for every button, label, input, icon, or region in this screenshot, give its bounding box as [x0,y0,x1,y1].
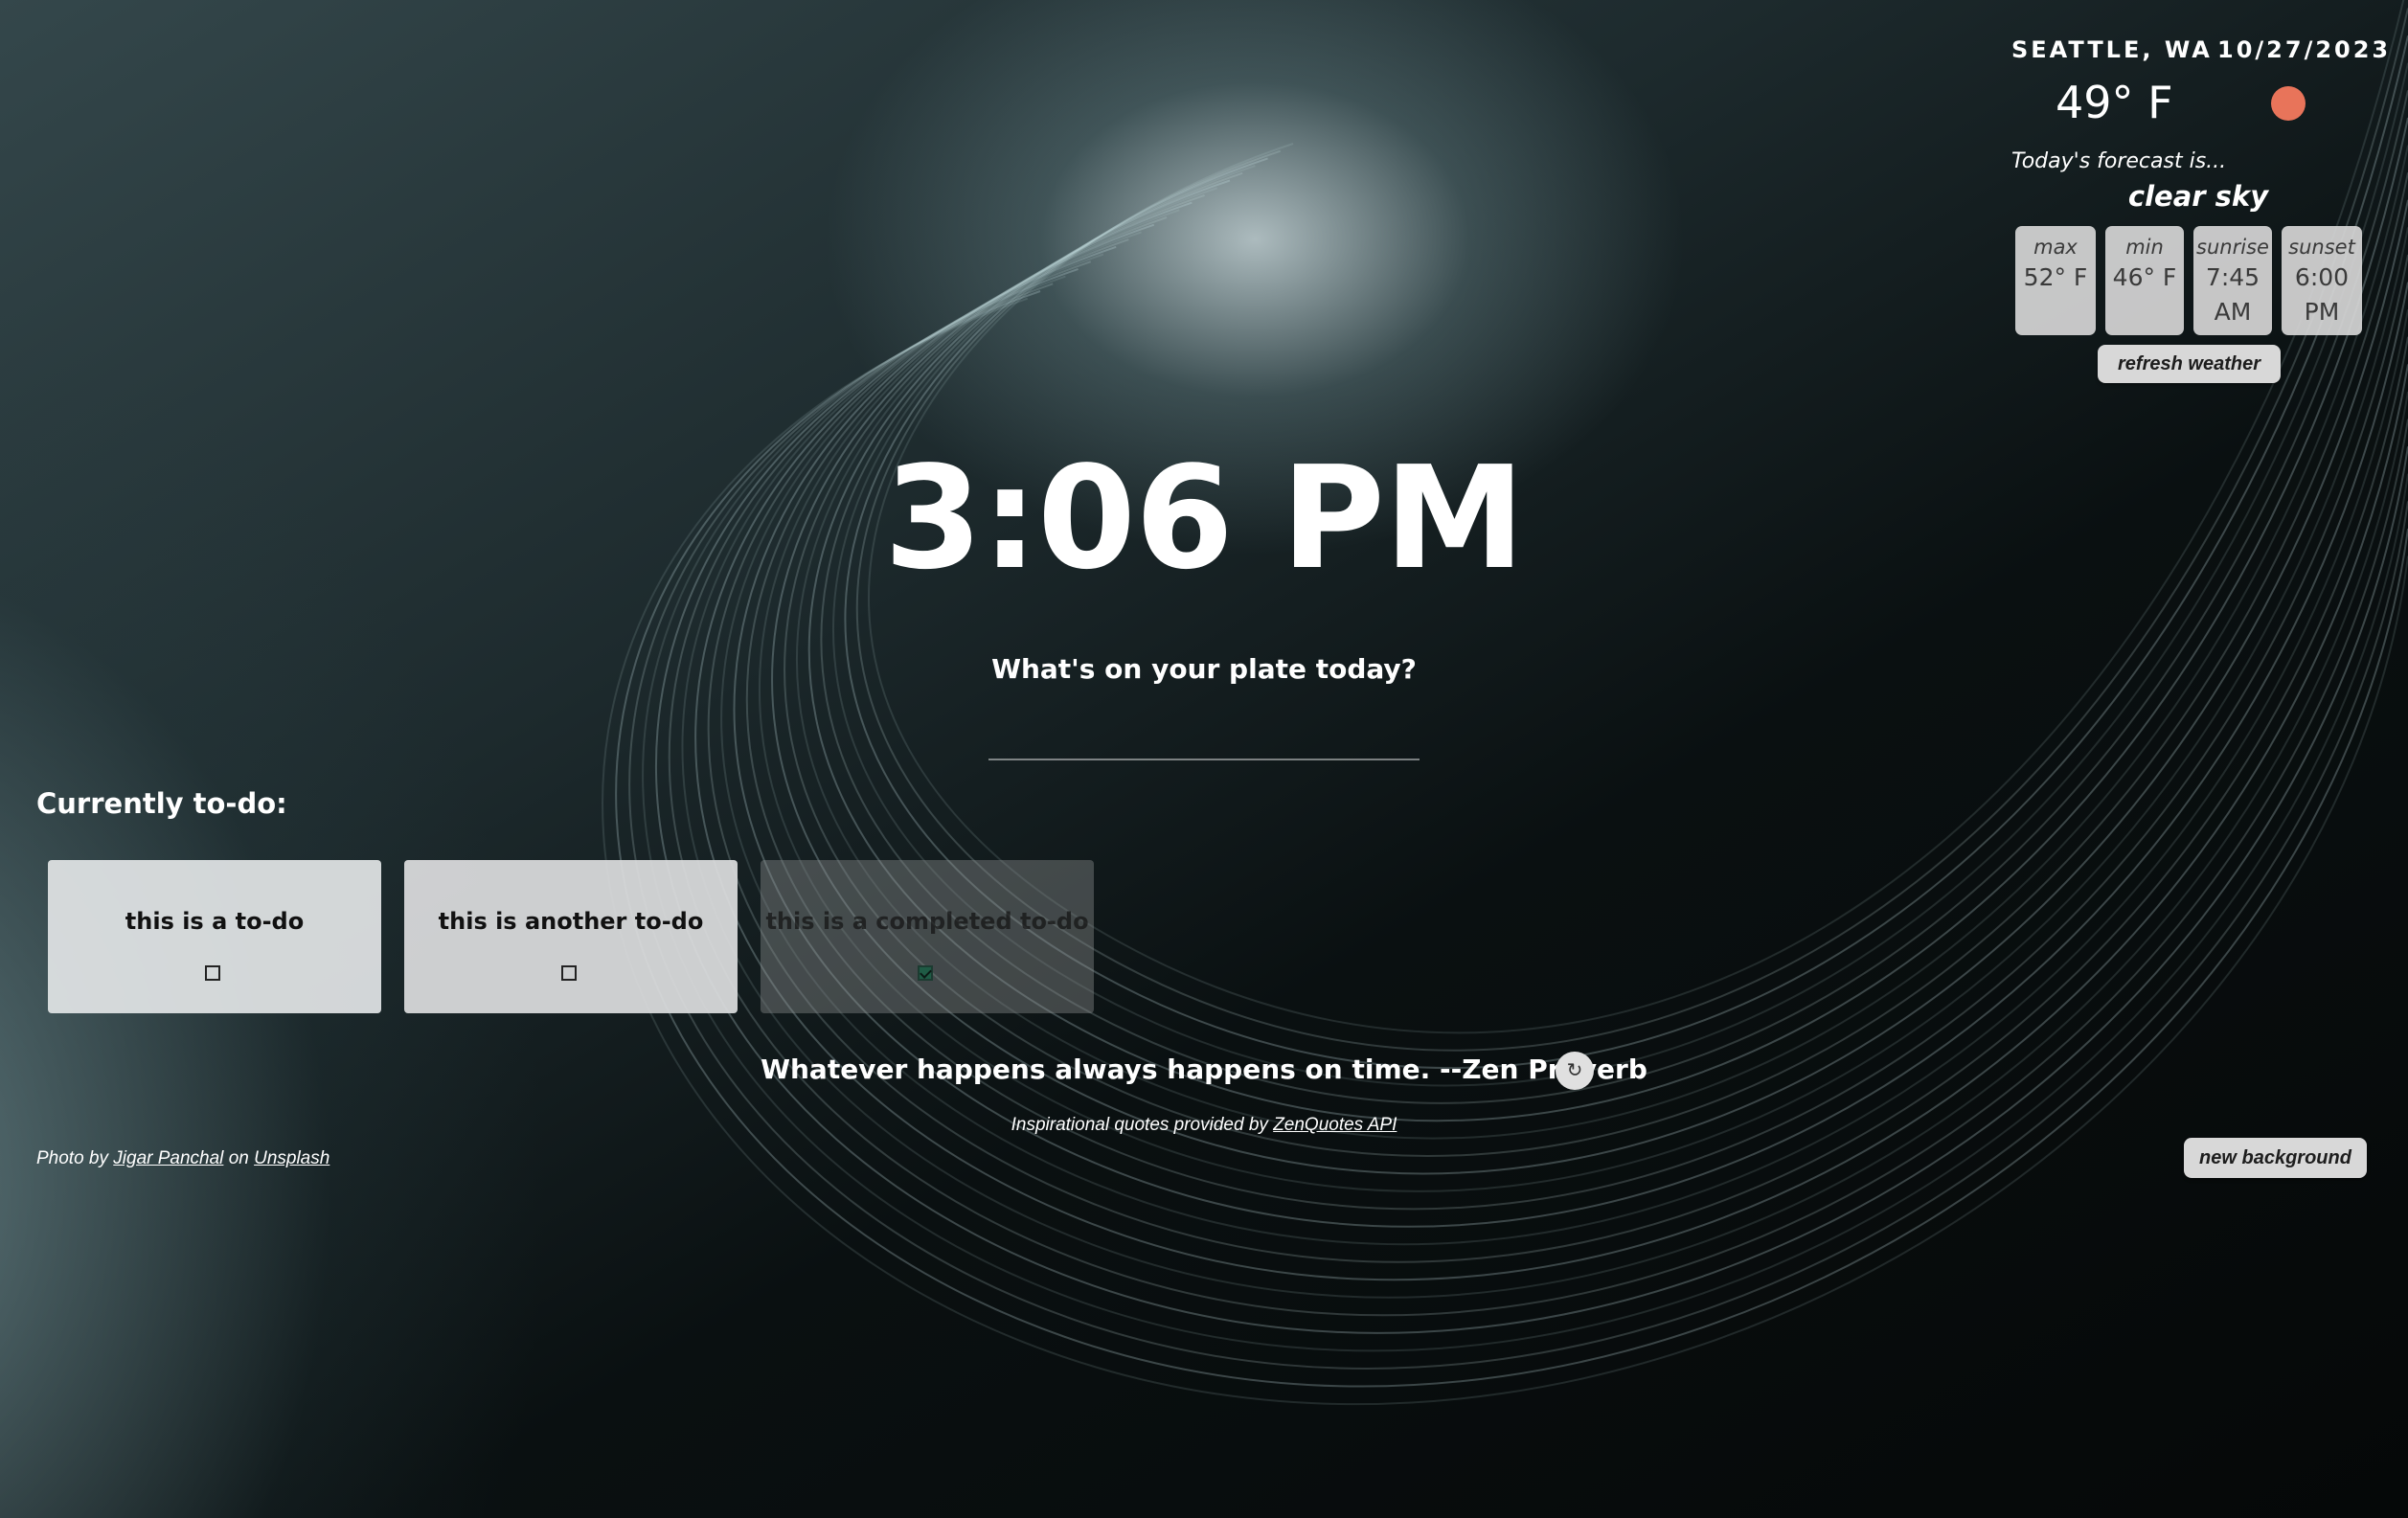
zenquotes-link[interactable]: ZenQuotes API [1273,1115,1397,1135]
stat-label: min [2125,236,2164,259]
quote-text: Whatever happens always happens on time.… [761,1054,1647,1085]
weather-widget: SEATTLE, WA 10/27/2023 49° F Today's for… [2002,27,2395,391]
todo-text: this is a to-do [125,908,305,935]
todo-card[interactable]: this is a to-do [48,860,381,1013]
todo-input[interactable] [988,709,1420,760]
weather-location: SEATTLE, WA [2011,36,2213,63]
photographer-link[interactable]: Jigar Panchal [113,1148,223,1168]
photo-credit-prefix: Photo by [36,1148,108,1168]
swirl-ring [655,267,2408,1334]
quote-credit-prefix: Inspirational quotes provided by [1011,1115,1268,1135]
new-background-button[interactable]: new background [2184,1138,2367,1178]
refresh-weather-button[interactable]: refresh weather [2098,345,2281,383]
forecast-description: clear sky [2127,180,2269,213]
todo-prompt: What's on your plate today? [991,653,1417,685]
weather-temperature: 49° F [2056,77,2173,128]
todo-card-completed[interactable]: this is a completed to-do [761,860,1094,1013]
weather-stats: max 52° F min 46° F sunrise 7:45 AM suns… [2015,226,2362,335]
todo-checkbox-checked[interactable] [918,965,933,981]
forecast-label: Today's forecast is... [2011,149,2227,173]
stat-value: 52° F [2023,263,2088,291]
todo-text: this is a completed to-do [765,908,1089,935]
unsplash-link[interactable]: Unsplash [254,1148,329,1168]
swirl-ring [681,253,2408,1299]
stat-label: max [2033,236,2078,259]
weather-stat-max: max 52° F [2015,226,2096,335]
stat-label: sunset [2288,236,2355,259]
quote-credit: Inspirational quotes provided by ZenQuot… [0,1115,2408,1136]
todo-checkbox[interactable] [205,965,220,981]
refresh-quote-button[interactable]: ↻ [1556,1052,1594,1090]
weather-stat-min: min 46° F [2105,226,2184,335]
photo-credit: Photo by Jigar Panchal on Unsplash [36,1148,329,1169]
weather-stat-sunrise: sunrise 7:45 AM [2193,226,2272,335]
swirl-ring [707,238,2408,1263]
clock-time: 3:06 PM [883,436,1525,600]
stat-label: sunrise [2196,236,2269,259]
todo-card[interactable]: this is another to-do [404,860,738,1013]
stat-value: 7:45 AM [2205,263,2260,326]
stat-value: 46° F [2112,263,2177,291]
todo-text: this is another to-do [438,908,704,935]
sun-icon [2271,86,2306,121]
todo-checkbox[interactable] [561,965,577,981]
stat-value: 6:00 PM [2294,263,2350,326]
todo-heading: Currently to-do: [36,787,287,820]
refresh-icon: ↻ [1566,1060,1583,1081]
photo-credit-middle: on [228,1148,249,1168]
weather-stat-sunset: sunset 6:00 PM [2282,226,2362,335]
weather-date: 10/27/2023 [2217,36,2392,63]
